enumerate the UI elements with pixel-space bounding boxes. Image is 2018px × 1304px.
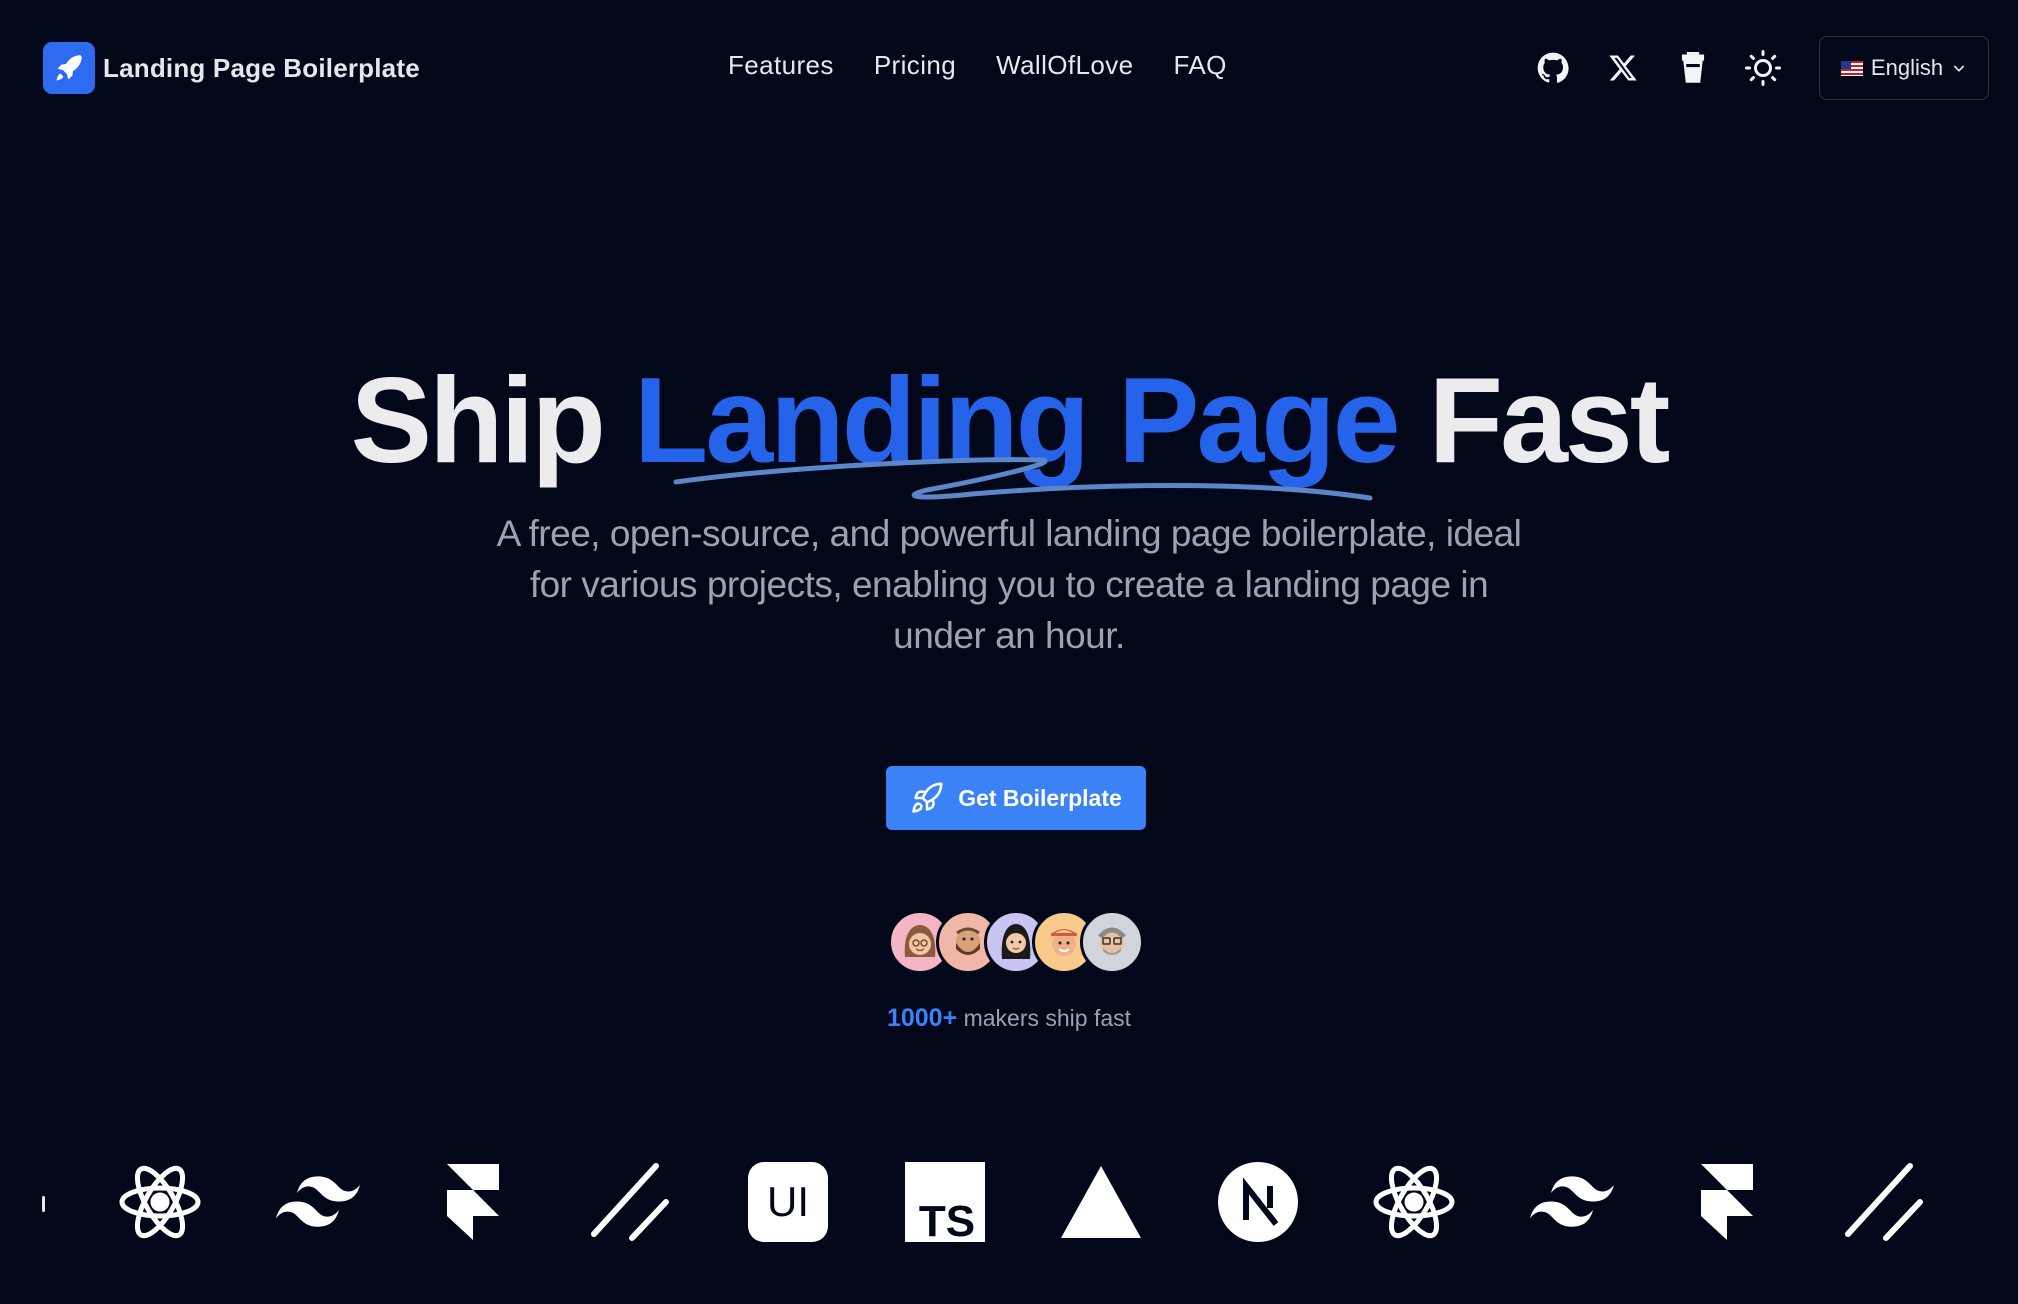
us-flag-icon — [1840, 60, 1863, 76]
header-icon-group — [1535, 44, 1781, 92]
tailwind-icon — [276, 1160, 360, 1244]
rocket-logo-icon — [43, 42, 95, 94]
hero-title-start: Ship — [350, 352, 634, 488]
buy-me-a-coffee-icon[interactable] — [1675, 44, 1711, 92]
github-icon[interactable] — [1535, 44, 1571, 92]
maker-avatars — [888, 910, 1144, 974]
makers-count: 1000+ — [886, 1004, 958, 1032]
svg-text:TS: TS — [919, 1197, 975, 1244]
hero-title-end: Fast — [1397, 352, 1671, 488]
svg-text:UI: UI — [767, 1178, 809, 1225]
shadcn-icon — [1842, 1160, 1926, 1244]
underline-swoosh — [673, 457, 1373, 501]
avatar — [1080, 910, 1144, 974]
nav-wall-of-love[interactable]: WallOfLove — [996, 50, 1133, 81]
react-icon — [118, 1160, 202, 1244]
makers-text: makers ship fast — [957, 1005, 1132, 1031]
rocket-icon — [912, 782, 943, 813]
language-label: English — [1870, 55, 1944, 80]
tech-logos-strip: UI TS — [0, 1160, 2018, 1250]
hero-subtitle: A free, open-source, and powerful landin… — [496, 513, 1522, 656]
brand-link[interactable]: Landing Page Boilerplate — [43, 42, 420, 94]
x-twitter-icon[interactable] — [1605, 44, 1641, 92]
nav-faq[interactable]: FAQ — [1174, 50, 1227, 81]
framer-icon — [431, 1160, 515, 1244]
language-select[interactable]: English — [1819, 36, 1989, 100]
vercel-icon — [1059, 1160, 1143, 1244]
main-nav: Features Pricing WallOfLove FAQ — [728, 50, 1227, 81]
theme-toggle-sun-icon[interactable] — [1745, 44, 1781, 92]
typescript-icon: TS — [903, 1160, 987, 1244]
shadcn-icon — [588, 1160, 672, 1244]
nav-pricing[interactable]: Pricing — [874, 50, 956, 81]
nav-features[interactable]: Features — [728, 50, 834, 81]
react-icon — [1372, 1160, 1456, 1244]
brand-name: Landing Page Boilerplate — [103, 52, 420, 83]
site-header: Landing Page Boilerplate Features Pricin… — [0, 0, 2018, 138]
tailwind-icon — [1530, 1160, 1614, 1244]
nextjs-icon — [1216, 1160, 1300, 1244]
get-boilerplate-button[interactable]: Get Boilerplate — [886, 766, 1146, 830]
cta-label: Get Boilerplate — [958, 784, 1122, 811]
chevron-down-icon — [1953, 65, 1965, 72]
social-proof: 1000+ makers ship fast — [0, 1004, 2018, 1033]
shadcn-ui-icon: UI — [746, 1160, 830, 1244]
framer-icon — [1685, 1160, 1769, 1244]
